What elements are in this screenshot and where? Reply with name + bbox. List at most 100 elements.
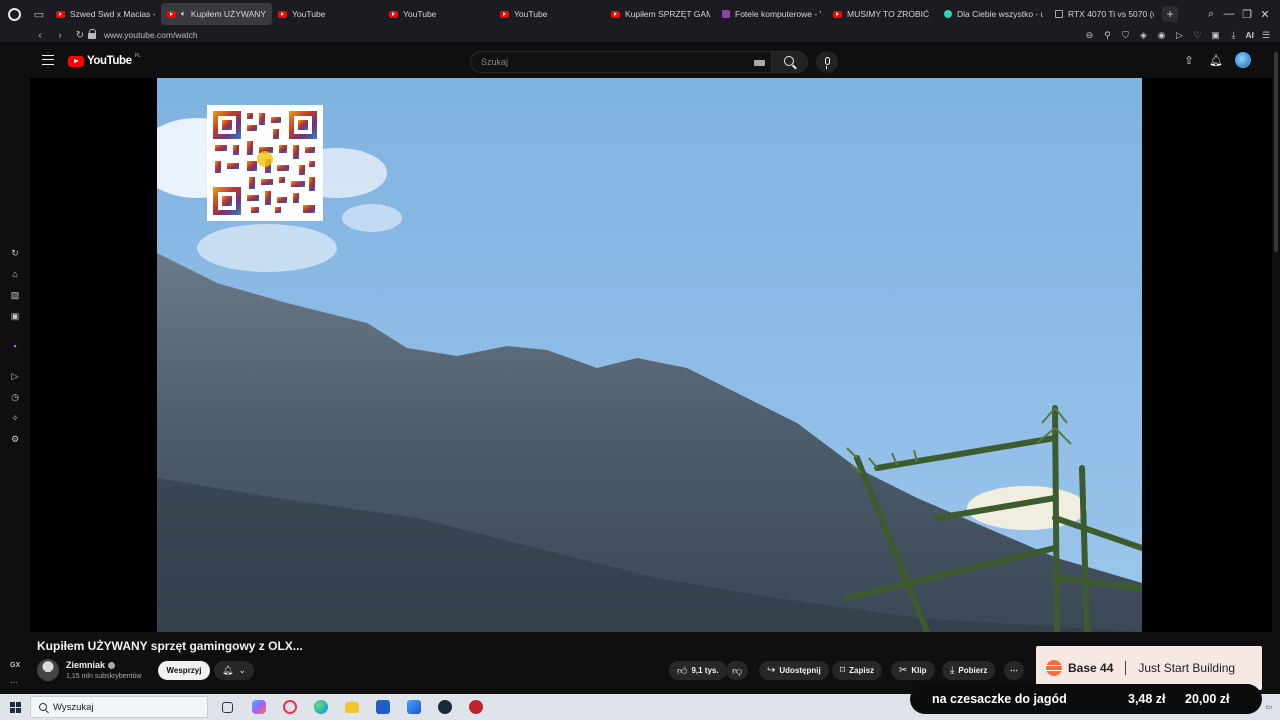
browser-tab[interactable]: Fotele komputerowe - Y — [716, 3, 827, 25]
network-icon[interactable]: ▭ — [1265, 703, 1272, 711]
app-red-icon[interactable] — [460, 694, 491, 720]
window-controls: ⌕ — ❐ ✕ — [1202, 0, 1274, 28]
new-tab-button[interactable]: + — [1162, 6, 1178, 22]
chevron-down-icon: ⌄ — [238, 665, 246, 675]
history-icon[interactable]: ↻ — [9, 247, 21, 259]
more-horizontal-icon: ⋯ — [1010, 666, 1018, 675]
forward-icon[interactable]: › — [52, 28, 68, 42]
notifications-bell-icon[interactable]: 🔔︎ — [1207, 51, 1225, 69]
browser-tab-strip: ▭ Szwed Swd x Macias - 🔈︎ Kupiłem UŻYWANY … — [0, 0, 1280, 28]
taskbar-search[interactable]: Wyszukaj — [30, 696, 208, 718]
channel-name[interactable]: Ziemniak — [66, 660, 116, 670]
scissors-icon: ✂ — [899, 665, 908, 676]
browser-tab[interactable]: RTX 4070 Ti vs 5070 (w — [1049, 3, 1160, 25]
share-button[interactable]: ↪ Udostępnij — [759, 661, 829, 680]
pin-icon[interactable]: ⚲ — [1102, 30, 1114, 41]
settings-icon[interactable]: ⚙ — [9, 433, 21, 445]
video-player[interactable] — [30, 78, 1272, 632]
keyboard-icon[interactable] — [754, 60, 765, 66]
search-input[interactable] — [481, 57, 741, 67]
lock-icon — [88, 29, 96, 39]
more-actions-button[interactable]: ⋯ — [1004, 661, 1024, 680]
youtube-icon — [167, 10, 176, 18]
browser-tab[interactable]: YouTube — [383, 3, 494, 25]
windows-logo-icon — [9, 701, 21, 713]
store-icon[interactable] — [367, 694, 398, 720]
scrollbar-thumb[interactable] — [1274, 52, 1278, 252]
messenger-icon[interactable]: ▣ — [9, 310, 21, 322]
search-tabs-icon[interactable]: ⌕ — [1202, 0, 1220, 28]
tab-label: MUSIMY TO ZROBIĆ NA — [847, 9, 932, 19]
extensions-icon[interactable]: ✧ — [9, 412, 21, 424]
base44-logo-icon — [1046, 660, 1062, 676]
opera-gx-icon[interactable] — [274, 694, 305, 720]
browser-tab[interactable]: Kupiłem SPRZĘT GAMIN — [605, 3, 716, 25]
twitch-icon[interactable]: ▪ — [9, 340, 21, 352]
menu-icon[interactable]: ☰ — [1260, 30, 1272, 41]
adblock-icon[interactable]: ⛉ — [1120, 30, 1132, 41]
clock-icon[interactable]: ◷ — [9, 391, 21, 403]
mail-icon[interactable] — [398, 694, 429, 720]
tab-overview-icon[interactable]: ▭ — [28, 0, 50, 28]
guide-menu-icon[interactable] — [42, 55, 54, 65]
ad-tagline: Just Start Building — [1138, 661, 1236, 675]
close-icon[interactable]: ✕ — [1256, 0, 1274, 28]
bag-icon[interactable]: ⌂ — [9, 268, 21, 280]
vpn-icon[interactable]: ◈ — [1138, 30, 1150, 41]
page-scrollbar[interactable] — [1272, 42, 1280, 690]
start-button[interactable] — [0, 694, 30, 720]
reload-icon[interactable]: ↻ — [72, 28, 88, 42]
zoom-icon[interactable]: ⊖ — [1084, 30, 1096, 41]
donation-ticker: na czesaczke do jagód 3,48 zł 20,00 zł — [910, 684, 1262, 714]
minimize-icon[interactable]: — — [1220, 0, 1238, 28]
edge-icon[interactable] — [305, 694, 336, 720]
voice-search-button[interactable] — [816, 51, 838, 73]
dislike-button[interactable]: 👎︎ — [726, 661, 749, 680]
camera-icon[interactable]: ◉ — [1156, 30, 1168, 41]
youtube-logo[interactable]: YouTube PL — [68, 53, 141, 67]
youtube-icon — [56, 10, 65, 18]
support-button[interactable]: Wesprzyj — [158, 661, 210, 680]
restore-icon[interactable]: ❐ — [1238, 0, 1256, 28]
player-sidebar-icon[interactable]: ▷ — [9, 370, 21, 382]
video-title: Kupiłem UŻYWANY sprzęt gamingowy z OLX..… — [37, 639, 303, 653]
like-button[interactable]: 👍︎ 9,1 tys. — [669, 661, 727, 680]
clip-button[interactable]: ✂ Klip — [891, 661, 935, 680]
wallet-icon[interactable]: ▣ — [1210, 30, 1222, 41]
browser-tab[interactable]: 🔈︎ Kupiłem UŻYWANY sp — [161, 3, 272, 25]
player-icon[interactable]: ▷ — [1174, 30, 1186, 41]
download-icon[interactable]: ⤓ — [1228, 30, 1240, 41]
copilot-icon[interactable] — [243, 694, 274, 720]
region-code: PL — [134, 53, 141, 59]
upload-icon[interactable]: ⇧ — [1180, 51, 1198, 69]
speaker-icon[interactable]: 🔈︎ — [181, 9, 186, 19]
browser-tab[interactable]: YouTube — [272, 3, 383, 25]
task-view-icon[interactable] — [212, 694, 243, 720]
opera-logo-icon[interactable] — [0, 0, 28, 28]
subscriber-count: 1,15 mln subskrybentów — [66, 673, 142, 680]
youtube-icon — [500, 10, 509, 18]
browser-tab[interactable]: YouTube — [494, 3, 605, 25]
search-button[interactable] — [772, 51, 808, 73]
subscription-bell-button[interactable]: 🔔︎ ⌄ — [214, 661, 254, 680]
browser-tab[interactable]: Dla Ciebie wszystko - u — [938, 3, 1049, 25]
taskbar-search-placeholder: Wyszukaj — [53, 701, 94, 713]
steam-icon[interactable] — [429, 694, 460, 720]
aria-ai-icon[interactable]: AI — [1246, 30, 1255, 40]
more-icon[interactable]: ··· — [10, 678, 18, 687]
channel-name-text[interactable]: Ziemniak — [66, 660, 105, 670]
thumbs-down-icon: 👎︎ — [732, 665, 743, 677]
save-button[interactable]: ⌑ Zapisz — [832, 661, 883, 680]
url-field[interactable]: www.youtube.com/watch — [104, 28, 198, 42]
download-button[interactable]: ⤓ Pobierz — [942, 661, 996, 680]
account-avatar[interactable] — [1234, 51, 1252, 69]
tag-icon[interactable]: ▧ — [9, 289, 21, 301]
back-icon[interactable]: ‹ — [32, 28, 48, 42]
browser-tab[interactable]: MUSIMY TO ZROBIĆ NA — [827, 3, 938, 25]
channel-avatar[interactable] — [37, 659, 59, 681]
gx-label[interactable]: GX — [10, 662, 20, 669]
browser-tab[interactable]: Szwed Swd x Macias - — [50, 3, 161, 25]
heart-icon[interactable]: ♡ — [1192, 30, 1204, 41]
video-frame[interactable] — [157, 78, 1142, 632]
file-explorer-icon[interactable] — [336, 694, 367, 720]
